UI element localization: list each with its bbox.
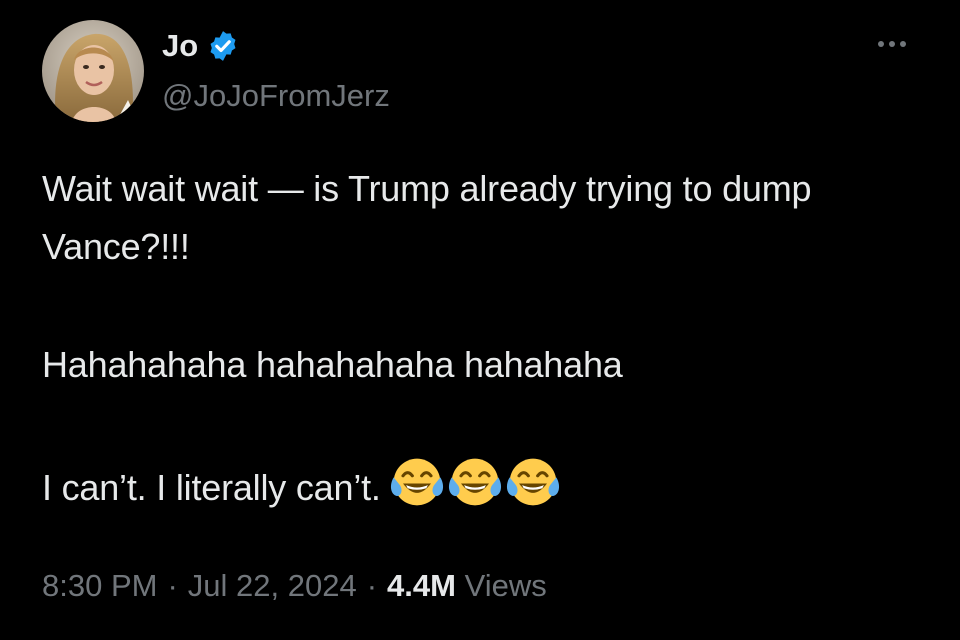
separator: · [167, 568, 178, 603]
author-display-name[interactable]: Jo [162, 26, 198, 66]
views-count: 4.4M [387, 568, 456, 603]
separator: · [366, 568, 378, 603]
ellipsis-dot [878, 41, 884, 47]
author-handle[interactable]: @JoJoFromJerz [162, 76, 390, 116]
views-label: Views [464, 568, 547, 603]
ellipsis-dot [900, 41, 906, 47]
author-name-row: Jo [162, 26, 240, 66]
tweet-paragraph-1: Wait wait wait — is Trump already trying… [42, 168, 822, 267]
face-with-tears-of-joy-icon [506, 458, 559, 506]
avatar-photo-icon [42, 20, 144, 122]
verified-badge-icon[interactable] [206, 29, 240, 63]
tweet-date: Jul 22, 2024 [187, 568, 357, 603]
tweet-metadata: 8:30 PM · Jul 22, 2024 · 4.4M Views [42, 566, 547, 606]
tweet-time: 8:30 PM [42, 568, 158, 603]
tweet-paragraph-3: I can’t. I literally can’t. [42, 454, 922, 517]
tweet-text: Wait wait wait — is Trump already trying… [42, 160, 922, 517]
views-link[interactable]: 4.4M Views [387, 568, 547, 603]
emoji-row [389, 454, 561, 510]
tweet-paragraph-3-text: I can’t. I literally can’t. [42, 467, 381, 508]
ellipsis-dot [889, 41, 895, 47]
ellipsis-icon[interactable] [868, 32, 916, 56]
tweet-time-link[interactable]: 8:30 PM · Jul 22, 2024 [42, 568, 357, 603]
tweet-paragraph-2: Hahahahaha hahahahaha hahahaha [42, 344, 623, 385]
face-with-tears-of-joy-icon [390, 458, 443, 506]
tweet-card: Jo @JoJoFromJerz Wait wait wait — is Tru… [0, 0, 960, 640]
face-with-tears-of-joy-icon [448, 458, 501, 506]
avatar[interactable] [42, 20, 144, 122]
